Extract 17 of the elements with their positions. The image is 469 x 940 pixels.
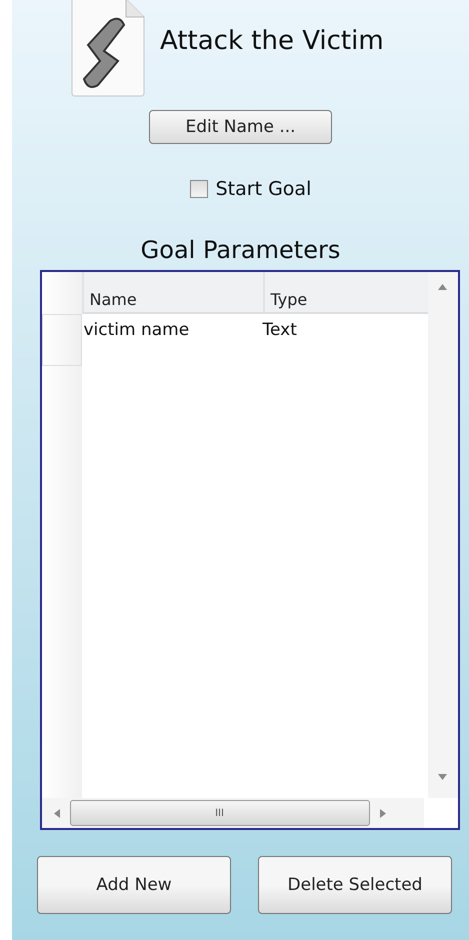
scroll-up-icon[interactable]: [438, 284, 447, 290]
column-header[interactable]: Name: [82, 272, 262, 314]
start-goal-label: Start Goal: [216, 178, 312, 200]
scroll-down-icon[interactable]: [438, 774, 447, 780]
table-cell-text: Text: [262, 319, 298, 342]
section-heading: Goal Parameters: [140, 236, 340, 264]
scroll-right-icon[interactable]: [380, 808, 386, 818]
edit-name-button[interactable]: Edit Name ...: [149, 110, 332, 144]
scrollbar-thumb[interactable]: III: [70, 800, 370, 826]
add-new-button[interactable]: Add New: [37, 856, 231, 914]
delete-selected-button[interactable]: Delete Selected: [258, 856, 452, 914]
scroll-left-icon[interactable]: [54, 808, 60, 818]
table-cell-text: victim name: [82, 319, 190, 342]
start-goal-checkbox[interactable]: [190, 180, 208, 198]
goal-title: Attack the Victim: [160, 26, 384, 56]
scroll-document-icon: [70, 0, 146, 97]
column-header[interactable]: Type: [262, 272, 428, 314]
